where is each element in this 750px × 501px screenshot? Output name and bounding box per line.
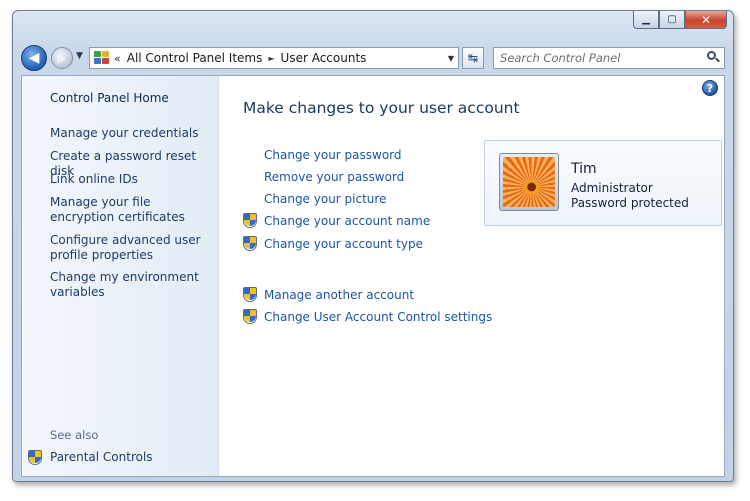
back-arrow-icon: ◀ [28, 50, 40, 66]
breadcrumb-all-control-panel-items[interactable]: All Control Panel Items [127, 51, 263, 65]
search-box[interactable] [493, 47, 725, 69]
refresh-button[interactable]: ↹ [462, 47, 484, 69]
chevron-right-icon[interactable]: ► [268, 54, 274, 63]
navigation-bar: ◀ ▶ ▼ « All Control Panel Items ► User A… [21, 45, 725, 71]
link-online-ids-link[interactable]: Link online IDs [50, 172, 215, 187]
control-panel-home-link[interactable]: Control Panel Home [50, 91, 215, 106]
breadcrumb-user-accounts[interactable]: User Accounts [281, 51, 367, 65]
refresh-icon: ↹ [467, 51, 479, 65]
flower-image [503, 157, 555, 207]
address-dropdown-button[interactable]: ▼ [448, 54, 454, 63]
window-controls: ▁ ▢ ✕ [633, 11, 727, 29]
task-pane: Control Panel Home Manage your credentia… [22, 76, 219, 476]
search-input[interactable] [500, 51, 690, 65]
close-button[interactable]: ✕ [685, 11, 727, 29]
control-panel-icon [94, 51, 110, 65]
explorer-window: ▁ ▢ ✕ ◀ ▶ ▼ « All Control Panel Items ► … [12, 10, 734, 482]
user-password-status: Password protected [571, 196, 689, 210]
shield-icon [243, 236, 257, 252]
back-button[interactable]: ◀ [21, 45, 47, 71]
shield-icon [243, 213, 257, 229]
change-environment-variables-link[interactable]: Change my environment variables [50, 270, 215, 300]
change-password-link[interactable]: Change your password [264, 148, 402, 162]
manage-file-encryption-certificates-link[interactable]: Manage your file encryption certificates [50, 195, 215, 225]
user-account-card: Tim Administrator Password protected [484, 140, 722, 226]
forward-arrow-icon: ▶ [57, 51, 67, 65]
help-icon[interactable]: ? [702, 80, 718, 96]
address-bar[interactable]: « All Control Panel Items ► User Account… [89, 47, 459, 69]
user-name: Tim [571, 161, 597, 177]
content-area: Control Panel Home Manage your credentia… [21, 75, 725, 477]
shield-icon [243, 309, 257, 325]
forward-button[interactable]: ▶ [51, 47, 73, 69]
minimize-button[interactable]: ▁ [633, 11, 659, 29]
breadcrumb-overflow[interactable]: « [114, 52, 121, 65]
shield-icon [243, 287, 257, 303]
page-title: Make changes to your user account [243, 99, 520, 117]
remove-password-link[interactable]: Remove your password [264, 170, 404, 184]
change-account-type-link[interactable]: Change your account type [264, 237, 423, 251]
user-role: Administrator [571, 181, 653, 195]
change-picture-link[interactable]: Change your picture [264, 192, 386, 206]
user-picture [499, 153, 559, 211]
manage-credentials-link[interactable]: Manage your credentials [50, 126, 215, 141]
change-uac-settings-link[interactable]: Change User Account Control settings [264, 310, 492, 324]
see-also-heading: See also [50, 428, 99, 442]
change-account-name-link[interactable]: Change your account name [264, 214, 430, 228]
shield-icon [28, 450, 42, 466]
maximize-button[interactable]: ▢ [659, 11, 685, 29]
manage-another-account-link[interactable]: Manage another account [264, 288, 414, 302]
search-icon[interactable] [706, 51, 720, 65]
configure-advanced-user-profile-link[interactable]: Configure advanced user profile properti… [50, 233, 215, 263]
recent-pages-dropdown[interactable]: ▼ [76, 51, 83, 61]
parental-controls-link[interactable]: Parental Controls [50, 450, 215, 465]
